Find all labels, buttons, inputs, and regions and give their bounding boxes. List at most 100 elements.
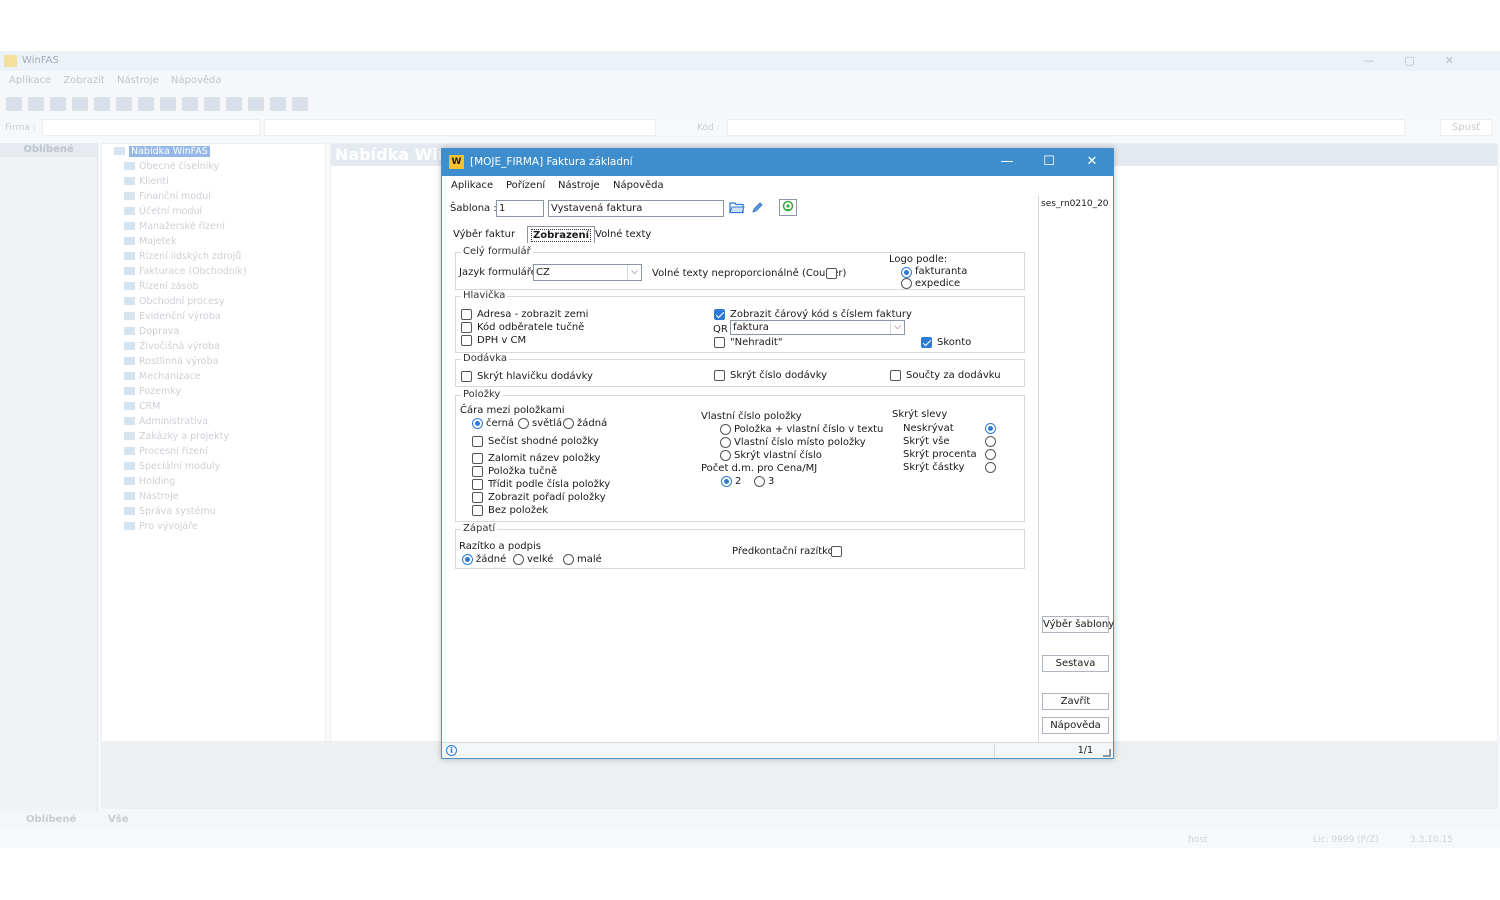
tree-item[interactable]: Majetek bbox=[124, 236, 177, 247]
tree-item[interactable]: Zakázky a projekty bbox=[124, 431, 229, 442]
tree-item[interactable]: Rostlinná výroba bbox=[124, 356, 218, 367]
vyber-sablony-button[interactable]: Výběr šablony bbox=[1042, 616, 1114, 633]
toolbar-icon[interactable] bbox=[160, 97, 176, 111]
sestava-button[interactable]: Sestava bbox=[1042, 655, 1109, 672]
pocet-2-radio[interactable] bbox=[721, 476, 732, 487]
cara-zadna-radio[interactable] bbox=[563, 418, 574, 429]
razitko-male-radio[interactable] bbox=[563, 554, 574, 565]
logo-expedice-radio[interactable] bbox=[901, 278, 912, 289]
soucty-checkbox[interactable] bbox=[890, 370, 901, 381]
logo-fakturanta-radio[interactable] bbox=[901, 267, 912, 278]
pocet-3-radio[interactable] bbox=[754, 476, 765, 487]
tree-item[interactable]: Řízení zásob bbox=[124, 281, 198, 292]
toolbar-icon[interactable] bbox=[6, 97, 22, 111]
adresa-checkbox[interactable] bbox=[461, 309, 472, 320]
toolbar-icon[interactable] bbox=[270, 97, 286, 111]
razitko-velke-radio[interactable] bbox=[513, 554, 524, 565]
toolbar-icon[interactable] bbox=[292, 97, 308, 111]
tree-item[interactable]: Manažerské řízení bbox=[124, 221, 225, 232]
bg-tab-oblibene[interactable]: Oblíbené bbox=[26, 814, 76, 825]
toolbar-icon[interactable] bbox=[138, 97, 154, 111]
tree-item[interactable]: Klienti bbox=[124, 176, 169, 187]
jazyk-select[interactable]: CZ ⌵ bbox=[533, 264, 642, 281]
skryt-hlavicku-checkbox[interactable] bbox=[461, 371, 472, 382]
vlastni-opt3-radio[interactable] bbox=[720, 450, 731, 461]
toolbar-icon[interactable] bbox=[116, 97, 132, 111]
toolbar-icon[interactable] bbox=[94, 97, 110, 111]
info-icon[interactable]: i bbox=[446, 745, 457, 756]
tree-item[interactable]: Doprava bbox=[124, 326, 179, 337]
tree-root[interactable]: Nabídka WinFAS bbox=[114, 146, 210, 157]
toolbar-icon[interactable] bbox=[72, 97, 88, 111]
resize-grip-icon[interactable] bbox=[1103, 749, 1111, 757]
tree-item[interactable]: Účetní modul bbox=[124, 206, 202, 217]
menu-porizeni[interactable]: Pořízení bbox=[506, 180, 545, 191]
predkontacni-checkbox[interactable] bbox=[831, 546, 842, 557]
tree-item[interactable]: Řízení lidských zdrojů bbox=[124, 251, 241, 262]
bg-menu-aplikace[interactable]: Aplikace bbox=[9, 75, 51, 86]
bg-menu-zobrazit[interactable]: Zobrazit bbox=[63, 75, 105, 86]
zalomit-checkbox[interactable] bbox=[472, 453, 483, 464]
slevy-castky-radio[interactable] bbox=[985, 462, 996, 473]
toolbar-icon[interactable] bbox=[226, 97, 242, 111]
location-pin-icon[interactable] bbox=[779, 199, 797, 216]
maximize-icon[interactable]: ☐ bbox=[1034, 152, 1064, 172]
open-folder-icon[interactable] bbox=[728, 200, 746, 217]
vlastni-opt1-radio[interactable] bbox=[720, 424, 731, 435]
tab-vyber-faktur[interactable]: Výběr faktur bbox=[450, 226, 518, 243]
bg-kod-input[interactable] bbox=[727, 119, 1405, 136]
tree-item[interactable]: Mechanizace bbox=[124, 371, 201, 382]
tab-volne-texty[interactable]: Volné texty bbox=[592, 226, 654, 243]
napoveda-button[interactable]: Nápověda bbox=[1042, 717, 1109, 734]
nehradit-checkbox[interactable] bbox=[714, 337, 725, 348]
cara-svetla-radio[interactable] bbox=[518, 418, 529, 429]
tree-item[interactable]: Správa systému bbox=[124, 506, 216, 517]
tree-item[interactable]: Fakturace (Obchodník) bbox=[124, 266, 247, 277]
zavrit-button[interactable]: Zavřít bbox=[1042, 693, 1109, 710]
bg-menu-napoveda[interactable]: Nápověda bbox=[171, 75, 222, 86]
skryt-cislo-checkbox[interactable] bbox=[714, 370, 725, 381]
kod-odberatele-checkbox[interactable] bbox=[461, 322, 472, 333]
slevy-vse-radio[interactable] bbox=[985, 436, 996, 447]
tridit-checkbox[interactable] bbox=[472, 479, 483, 490]
tree-item[interactable]: Administrativa bbox=[124, 416, 208, 427]
secist-checkbox[interactable] bbox=[472, 436, 483, 447]
menu-nastroje[interactable]: Nástroje bbox=[558, 180, 600, 191]
razitko-zadne-radio[interactable] bbox=[462, 554, 473, 565]
poradi-checkbox[interactable] bbox=[472, 492, 483, 503]
tree-item[interactable]: Obchodní procesy bbox=[124, 296, 224, 307]
tree-item[interactable]: Procesní řízení bbox=[124, 446, 208, 457]
tab-zobrazeni[interactable]: Zobrazení bbox=[527, 226, 596, 243]
toolbar-icon[interactable] bbox=[50, 97, 66, 111]
volne-texty-checkbox[interactable] bbox=[826, 268, 837, 279]
slevy-neskryvat-radio[interactable] bbox=[985, 423, 996, 434]
vlastni-opt2-radio[interactable] bbox=[720, 437, 731, 448]
toolbar-icon[interactable] bbox=[248, 97, 264, 111]
dialog-title-bar[interactable]: W [MOJE_FIRMA] Faktura základní — ☐ ✕ bbox=[442, 149, 1113, 176]
tree-item[interactable]: Pro vývojáře bbox=[124, 521, 198, 532]
sablona-name-input[interactable]: Vystavená faktura bbox=[548, 200, 724, 217]
menu-aplikace[interactable]: Aplikace bbox=[451, 180, 493, 191]
skonto-checkbox[interactable] bbox=[921, 337, 932, 348]
tree-item[interactable]: Holding bbox=[124, 476, 175, 487]
dph-cm-checkbox[interactable] bbox=[461, 335, 472, 346]
sablona-number-input[interactable]: 1 bbox=[496, 200, 544, 217]
tree-item[interactable]: Obecné číselníky bbox=[124, 161, 219, 172]
carovy-kod-checkbox[interactable] bbox=[714, 309, 725, 320]
bg-tab-vse[interactable]: Vše bbox=[108, 814, 128, 825]
bg-menu-nastroje[interactable]: Nástroje bbox=[117, 75, 159, 86]
tree-item[interactable]: Nástroje bbox=[124, 491, 179, 502]
tree-item[interactable]: Finanční modul bbox=[124, 191, 211, 202]
close-icon[interactable]: ✕ bbox=[1077, 152, 1107, 172]
toolbar-icon[interactable] bbox=[204, 97, 220, 111]
edit-pencil-icon[interactable] bbox=[749, 200, 767, 217]
minimize-icon[interactable]: — bbox=[992, 152, 1022, 172]
slevy-procenta-radio[interactable] bbox=[985, 449, 996, 460]
bg-firma-name-input[interactable] bbox=[264, 119, 656, 136]
bg-firma-input[interactable] bbox=[42, 119, 260, 136]
bg-spust-button[interactable]: Spusť bbox=[1440, 119, 1492, 136]
qr-select[interactable]: faktura ⌵ bbox=[730, 320, 905, 335]
tree-item[interactable]: Pozemky bbox=[124, 386, 181, 397]
bez-polozek-checkbox[interactable] bbox=[472, 505, 483, 516]
tucne-checkbox[interactable] bbox=[472, 466, 483, 477]
